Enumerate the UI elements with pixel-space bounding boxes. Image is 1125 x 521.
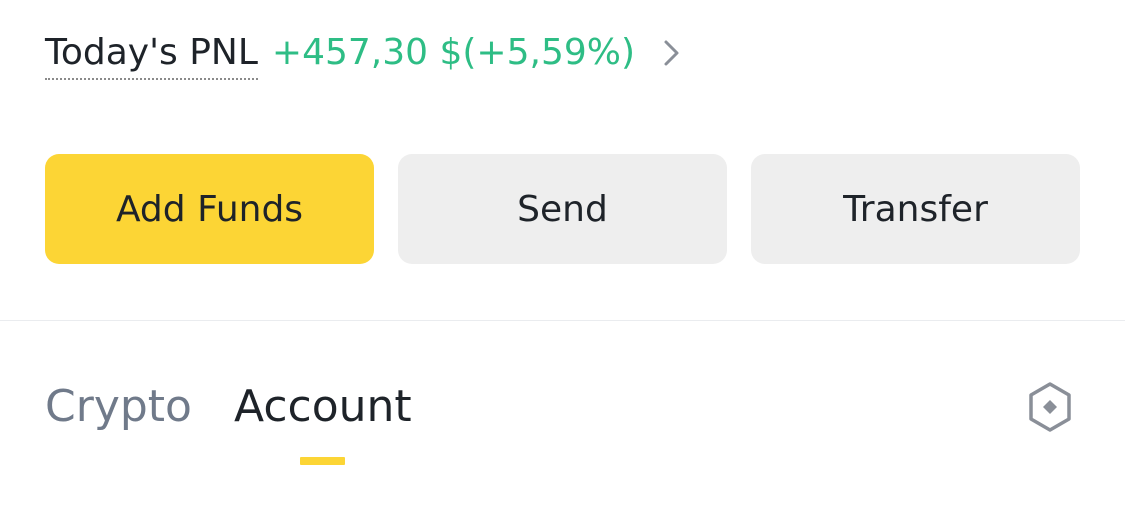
tab-account[interactable]: Account xyxy=(234,380,412,434)
hexagon-icon[interactable] xyxy=(1024,381,1076,433)
pnl-label[interactable]: Today's PNL xyxy=(45,31,258,80)
chevron-right-icon[interactable] xyxy=(663,38,681,73)
todays-pnl-row[interactable]: Today's PNL +457,30 $(+5,59%) xyxy=(45,30,681,80)
tab-crypto[interactable]: Crypto xyxy=(45,380,192,434)
active-tab-indicator xyxy=(300,457,345,465)
send-button[interactable]: Send xyxy=(398,154,727,264)
pnl-value: +457,30 $(+5,59%) xyxy=(271,31,635,73)
add-funds-button[interactable]: Add Funds xyxy=(45,154,374,264)
transfer-button[interactable]: Transfer xyxy=(751,154,1080,264)
section-divider xyxy=(0,320,1125,321)
